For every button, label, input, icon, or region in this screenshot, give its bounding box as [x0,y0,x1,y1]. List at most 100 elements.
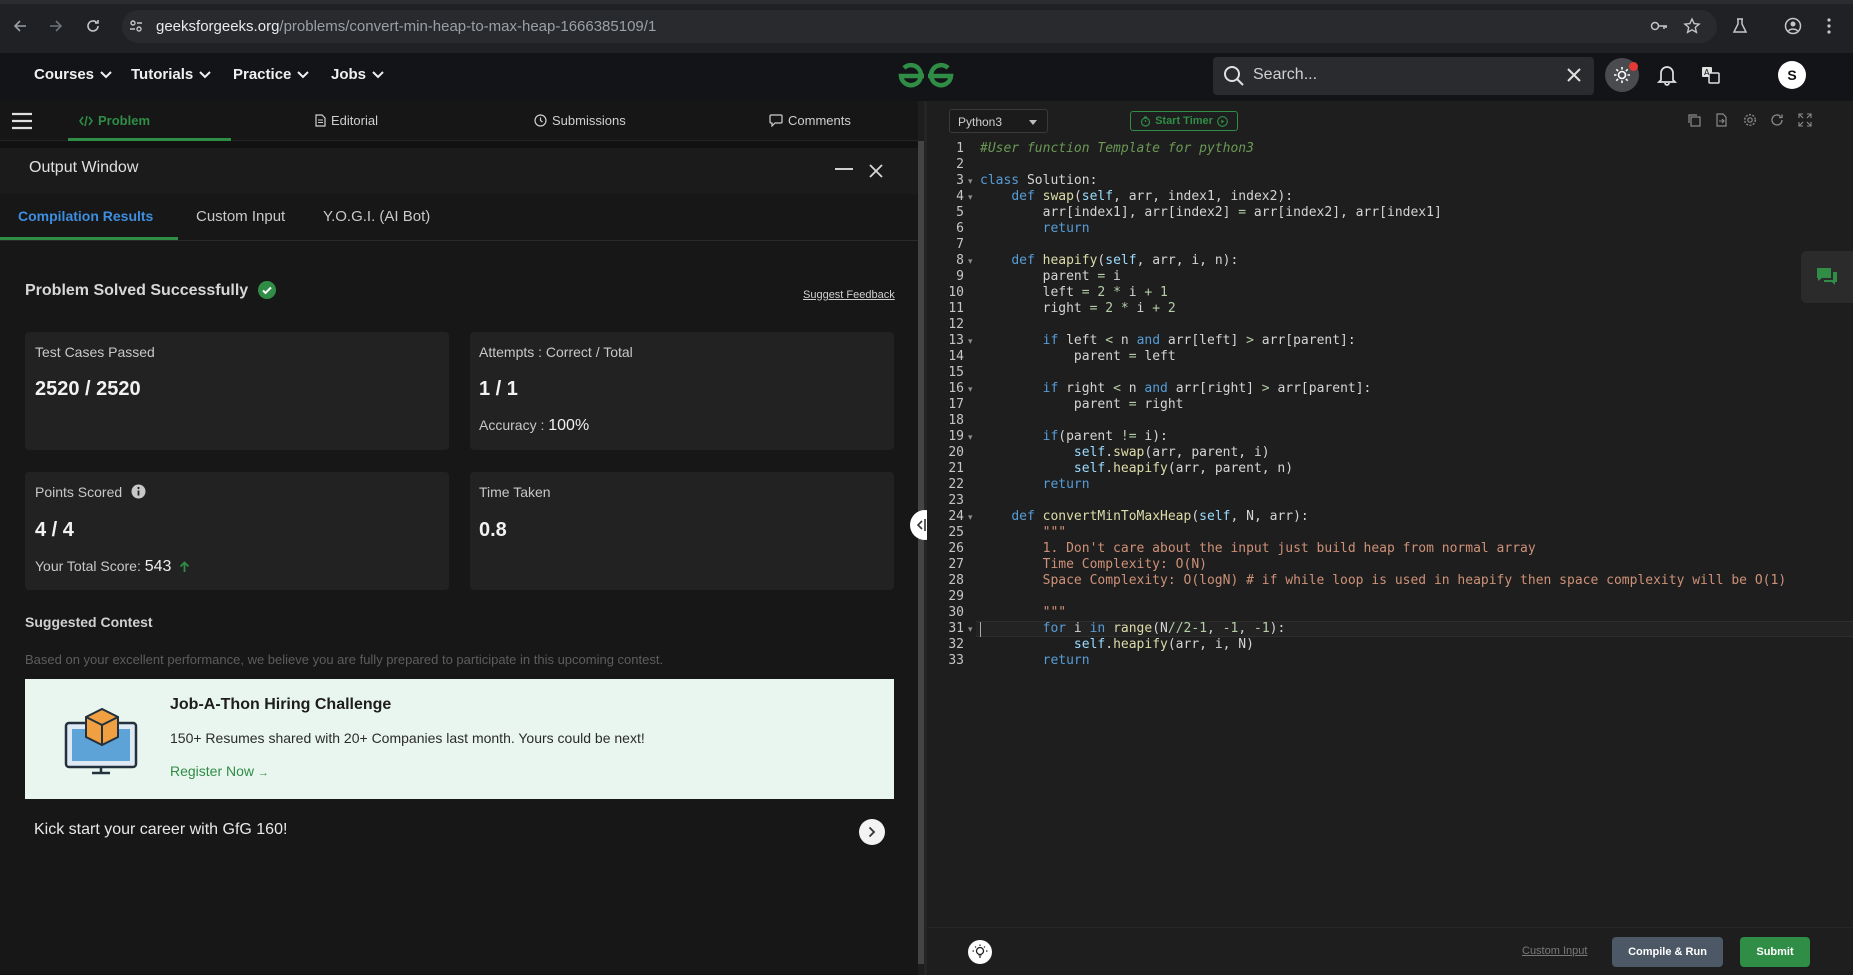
labs-flask-icon[interactable] [1732,17,1748,35]
code-line[interactable]: """ [980,525,1066,541]
code-line[interactable]: return [980,221,1090,237]
line-number: 10 [948,285,964,300]
menu-courses-label: Courses [34,66,95,83]
reload-icon[interactable] [82,15,104,37]
tab-problem-label: Problem [98,113,151,128]
menu-jobs[interactable]: Jobs [331,66,384,83]
chevron-down-icon [297,70,310,78]
avatar[interactable]: S [1778,61,1806,89]
tab-compilation-results[interactable]: Compilation Results [18,208,153,224]
browser-menu-icon[interactable] [1826,17,1832,35]
line-number: 15 [948,365,964,380]
tab-problem[interactable]: Problem [79,113,150,128]
test-cases-label: Test Cases Passed [35,344,155,360]
line-number: 16 [948,381,964,396]
fold-toggle-icon[interactable]: ▾ [968,336,973,347]
url-text[interactable]: geeksforgeeks.org/problems/convert-min-h… [156,18,656,35]
gfg-logo-icon[interactable] [895,62,957,90]
code-line[interactable]: def heapify(self, arr, i, n): [980,253,1238,269]
contest-title: Job-A-Thon Hiring Challenge [170,696,392,713]
tab-yogi-ai-bot[interactable]: Y.O.G.I. (AI Bot) [323,208,430,225]
code-line[interactable]: Time Complexity: O(N) [980,557,1207,573]
code-line[interactable]: return [980,653,1090,669]
fold-toggle-icon[interactable]: ▾ [968,176,973,187]
search-input[interactable]: Search... [1253,66,1317,84]
menu-tutorials[interactable]: Tutorials [131,66,211,83]
back-icon[interactable] [10,15,32,37]
translate-icon[interactable]: A [1701,66,1720,84]
profile-icon[interactable] [1784,17,1802,35]
start-timer-button[interactable]: Start Timer [1130,111,1238,131]
code-line[interactable]: class Solution: [980,173,1097,189]
clear-search-icon[interactable] [1566,67,1582,83]
code-line[interactable]: def swap(self, arr, index1, index2): [980,189,1293,205]
sun-icon [1614,67,1630,83]
code-line[interactable]: #User function Template for python3 [980,141,1254,157]
code-line[interactable]: return [980,477,1090,493]
menu-courses[interactable]: Courses [34,66,112,83]
reset-code-icon[interactable] [1770,113,1786,129]
code-line[interactable]: parent = i [980,269,1121,285]
code-line[interactable]: if(parent != i): [980,429,1168,445]
forward-icon[interactable] [44,15,66,37]
code-line[interactable]: def convertMinToMaxHeap(self, N, arr): [980,509,1308,525]
code-line[interactable]: arr[index1], arr[index2] = arr[index2], … [980,205,1442,221]
fold-toggle-icon[interactable]: ▾ [968,384,973,395]
code-line[interactable]: self.swap(arr, parent, i) [980,445,1270,461]
fold-toggle-icon[interactable]: ▾ [968,256,973,267]
code-line[interactable]: parent = left [980,349,1176,365]
minimize-icon[interactable] [835,168,853,170]
code-line[interactable]: Space Complexity: O(logN) # if while loo… [980,573,1787,589]
career-banner-arrow-button[interactable] [859,819,885,845]
line-number: 7 [956,237,964,252]
code-line[interactable]: left = 2 * i + 1 [980,285,1168,301]
fold-toggle-icon[interactable]: ▾ [968,432,973,443]
line-number: 25 [948,525,964,540]
close-icon[interactable] [868,163,884,179]
code-line[interactable]: right = 2 * i + 2 [980,301,1176,317]
info-icon[interactable] [131,484,146,499]
fold-toggle-icon[interactable]: ▾ [968,512,973,523]
fullscreen-icon[interactable] [1798,113,1814,129]
compile-and-run-button[interactable]: Compile & Run [1612,937,1723,967]
tab-submissions[interactable]: Submissions [534,113,626,128]
tab-comments[interactable]: Comments [769,113,851,128]
fold-toggle-icon[interactable]: ▾ [968,192,973,203]
code-line[interactable]: for i in range(N//2-1, -1, -1): [980,621,1286,637]
line-number: 22 [948,477,964,492]
chat-button[interactable] [1801,251,1853,303]
suggested-contest-heading: Suggested Contest [25,614,153,630]
bookmark-star-icon[interactable] [1683,17,1701,35]
file-import-icon[interactable] [1714,113,1730,129]
hint-bulb-button[interactable] [968,940,992,964]
code-line[interactable]: if left < n and arr[left] > arr[parent]: [980,333,1356,349]
code-line[interactable]: self.heapify(arr, i, N) [980,637,1254,653]
output-window-title: Output Window [29,159,139,176]
submit-button[interactable]: Submit [1740,937,1810,967]
custom-input-link[interactable]: Custom Input [1522,945,1587,957]
problem-status: Problem Solved Successfully [25,282,249,299]
code-line[interactable]: """ [980,605,1066,621]
suggest-feedback-link[interactable]: Suggest Feedback [803,289,895,301]
points-label: Points Scored [35,484,123,500]
menu-practice[interactable]: Practice [233,66,310,83]
fold-toggle-icon[interactable]: ▾ [968,624,973,635]
code-line[interactable]: parent = right [980,397,1184,413]
hamburger-menu-icon[interactable] [11,112,33,130]
code-line[interactable]: 1. Don't care about the input just build… [980,541,1536,557]
chat-icon [1817,268,1837,285]
tab-comments-label: Comments [788,113,851,128]
site-info-icon[interactable] [128,18,144,34]
register-now-link[interactable]: Register Now → [170,763,269,779]
code-line[interactable]: if right < n and arr[right] > arr[parent… [980,381,1372,397]
copy-icon[interactable] [1687,113,1703,129]
line-number: 30 [948,605,964,620]
password-key-icon[interactable] [1650,18,1668,34]
notifications-bell-icon[interactable] [1657,64,1677,86]
line-number: 21 [948,461,964,476]
settings-gear-icon[interactable] [1743,113,1759,129]
time-taken-value: 0.8 [479,519,507,541]
code-line[interactable]: self.heapify(arr, parent, n) [980,461,1293,477]
tab-editorial[interactable]: Editorial [315,113,378,128]
tab-custom-input[interactable]: Custom Input [196,208,285,225]
